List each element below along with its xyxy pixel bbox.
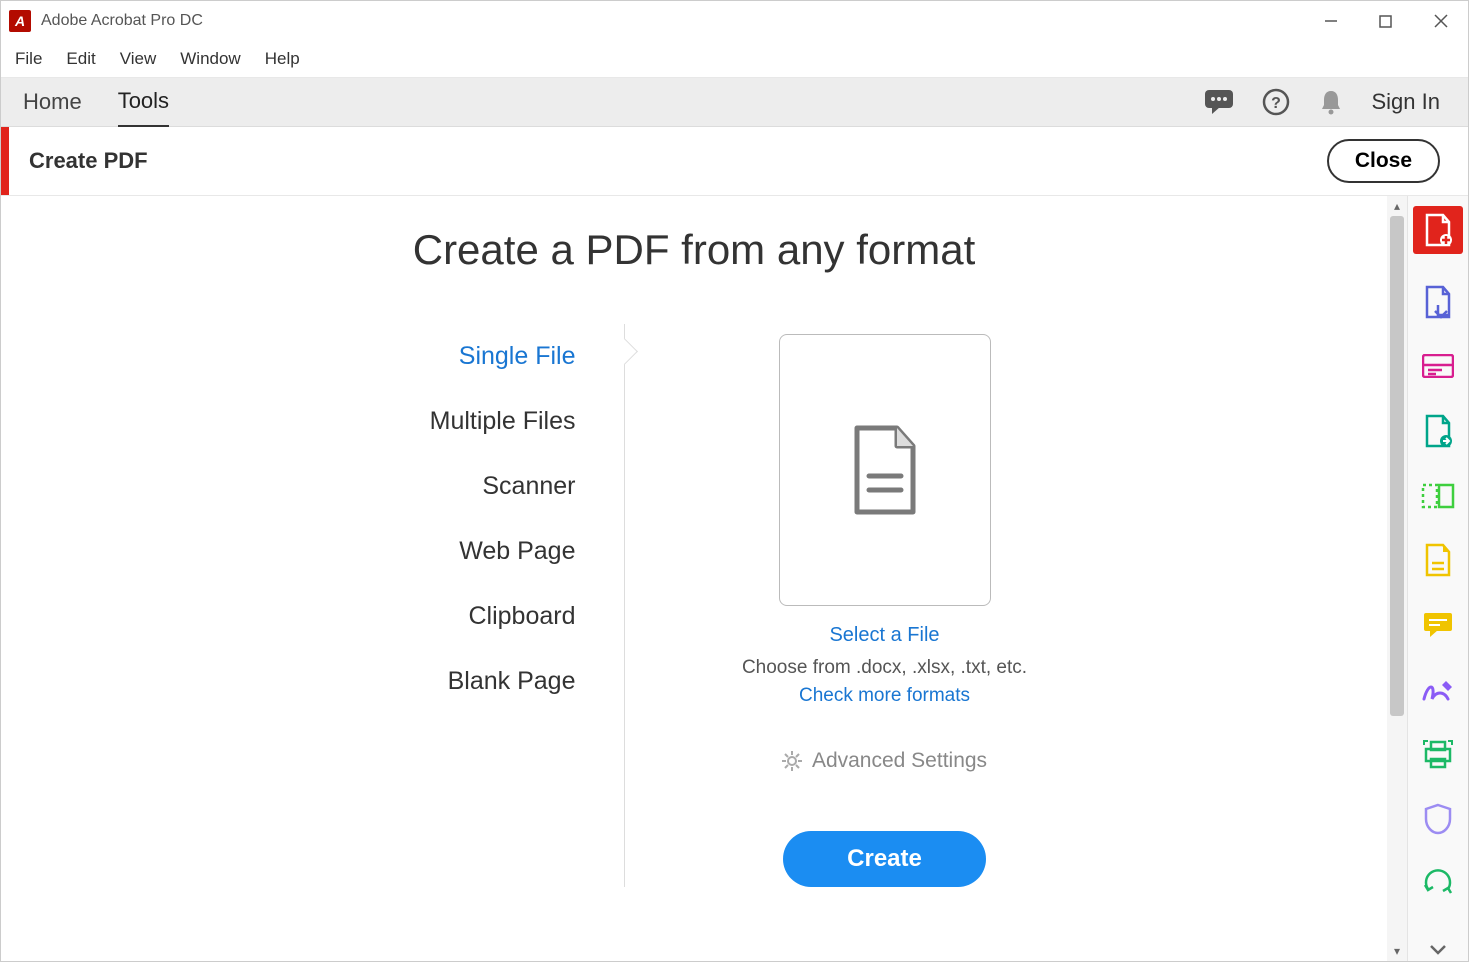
rail-print-production[interactable]	[1420, 737, 1456, 772]
nav-web-page[interactable]: Web Page	[244, 519, 624, 584]
svg-text:?: ?	[1271, 95, 1281, 112]
rail-export-pdf[interactable]	[1420, 414, 1456, 449]
compare-icon	[1421, 481, 1455, 511]
right-panel: Select a File Choose from .docx, .xlsx, …	[625, 324, 1145, 887]
advanced-settings-label: Advanced Settings	[812, 749, 987, 773]
rail-compare[interactable]	[1420, 478, 1456, 513]
rail-more-button[interactable]	[1429, 943, 1447, 961]
nav-single-file[interactable]: Single File	[244, 324, 624, 389]
maximize-button[interactable]	[1358, 1, 1413, 41]
nav-clipboard[interactable]: Clipboard	[244, 584, 624, 649]
tool-header: Create PDF Close	[1, 127, 1468, 196]
scroll-thumb[interactable]	[1390, 216, 1404, 716]
app-icon: A	[9, 10, 31, 32]
maximize-icon	[1379, 15, 1392, 28]
app-title: Adobe Acrobat Pro DC	[41, 12, 203, 30]
body-row: Create a PDF from any format Single File…	[1, 196, 1468, 961]
help-icon: ?	[1262, 88, 1290, 116]
toolbar-actions: ? Sign In	[1204, 88, 1441, 116]
tool-color-bar	[1, 127, 9, 195]
bell-icon	[1318, 88, 1344, 116]
title-bar-left: A Adobe Acrobat Pro DC	[9, 10, 203, 32]
rail-edit-pdf[interactable]	[1420, 284, 1456, 319]
tool-title: Create PDF	[29, 148, 148, 174]
tool-header-left: Create PDF	[1, 127, 148, 195]
optimize-icon	[1422, 869, 1454, 899]
export-pdf-icon	[1423, 414, 1453, 448]
chevron-down-icon	[1429, 944, 1447, 956]
scroll-down-arrow[interactable]: ▾	[1387, 941, 1407, 961]
fill-sign-icon	[1423, 543, 1453, 577]
toolbar-tabs: Home Tools	[23, 78, 169, 126]
nav-blank-page[interactable]: Blank Page	[244, 649, 624, 714]
menu-view[interactable]: View	[120, 49, 157, 69]
rail-comment[interactable]	[1420, 608, 1456, 643]
close-window-button[interactable]	[1413, 1, 1468, 41]
scroll-up-arrow[interactable]: ▴	[1387, 196, 1407, 216]
minimize-button[interactable]	[1303, 1, 1358, 41]
nav-multiple-files[interactable]: Multiple Files	[244, 389, 624, 454]
rail-optimize[interactable]	[1420, 866, 1456, 901]
rail-create-pdf[interactable]	[1413, 206, 1463, 254]
tools-rail	[1407, 196, 1468, 961]
share-button[interactable]	[1204, 89, 1234, 115]
sign-icon	[1422, 677, 1454, 703]
create-button[interactable]: Create	[783, 831, 986, 887]
nav-scanner[interactable]: Scanner	[244, 454, 624, 519]
more-formats-link[interactable]: Check more formats	[799, 685, 970, 707]
menu-bar: File Edit View Window Help	[1, 41, 1468, 78]
main-toolbar: Home Tools ? Sign In	[1, 78, 1468, 127]
edit-pdf-icon	[1423, 285, 1453, 319]
columns: Single File Multiple Files Scanner Web P…	[1, 324, 1387, 887]
close-tool-button[interactable]: Close	[1327, 139, 1440, 183]
menu-file[interactable]: File	[15, 49, 42, 69]
app-window: A Adobe Acrobat Pro DC File Edit View Wi…	[0, 0, 1469, 962]
close-icon	[1434, 14, 1448, 28]
help-button[interactable]: ?	[1262, 88, 1290, 116]
select-file-link[interactable]: Select a File	[829, 624, 939, 647]
shield-icon	[1424, 803, 1452, 835]
comment-icon	[1422, 611, 1454, 639]
gear-icon	[782, 751, 802, 771]
menu-edit[interactable]: Edit	[66, 49, 95, 69]
vertical-scrollbar[interactable]: ▴ ▾	[1387, 196, 1407, 961]
main-area: Create a PDF from any format Single File…	[1, 196, 1407, 961]
sign-in-link[interactable]: Sign In	[1372, 89, 1441, 115]
menu-help[interactable]: Help	[265, 49, 300, 69]
rail-fill-sign[interactable]	[1420, 543, 1456, 578]
menu-window[interactable]: Window	[180, 49, 240, 69]
rail-sign[interactable]	[1420, 672, 1456, 707]
file-types-hint: Choose from .docx, .xlsx, .txt, etc.	[742, 657, 1027, 679]
speech-bubble-icon	[1204, 89, 1234, 115]
title-bar: A Adobe Acrobat Pro DC	[1, 1, 1468, 41]
source-nav: Single File Multiple Files Scanner Web P…	[244, 324, 625, 887]
file-drop-box[interactable]	[779, 334, 991, 606]
window-controls	[1303, 1, 1468, 41]
notifications-button[interactable]	[1318, 88, 1344, 116]
organize-icon	[1422, 354, 1454, 378]
page-heading: Create a PDF from any format	[1, 226, 1387, 274]
tab-home[interactable]: Home	[23, 78, 82, 126]
print-icon	[1422, 739, 1454, 769]
tab-tools[interactable]: Tools	[118, 77, 169, 128]
advanced-settings-row: Advanced Settings	[782, 749, 987, 773]
minimize-icon	[1324, 14, 1338, 28]
content-scroll[interactable]: Create a PDF from any format Single File…	[1, 196, 1387, 961]
create-pdf-icon	[1423, 213, 1453, 247]
rail-protect[interactable]	[1420, 802, 1456, 837]
rail-organize[interactable]	[1420, 349, 1456, 384]
document-icon	[845, 420, 925, 520]
